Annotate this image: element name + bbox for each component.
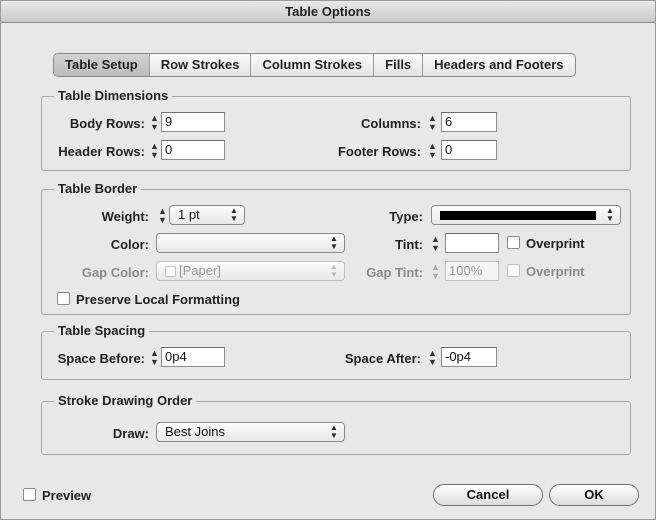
gap-color-value: [Paper] [179,263,221,278]
tab-table-setup[interactable]: Table Setup [54,54,150,76]
draw-value: Best Joins [165,424,225,439]
weight-label: Weight: [101,209,149,224]
space-before-label: Space Before: [57,351,145,366]
gap-color-label: Gap Color: [81,265,149,280]
space-after-stepper[interactable]: ▲ ▼ [428,349,437,367]
gap-overprint-label: Overprint [526,264,585,279]
body-rows-input[interactable]: 9 [161,112,225,132]
chevron-updown-icon: ▲ ▼ [330,234,338,251]
preserve-local-formatting-checkbox[interactable] [57,292,70,305]
chevron-updown-icon: ▲ ▼ [330,423,338,440]
draw-select[interactable]: Best Joins ▲ ▼ [156,422,345,442]
gap-tint-label: Gap Tint: [366,265,423,280]
space-after-input[interactable]: -0p4 [441,347,497,367]
color-select[interactable]: ▲ ▼ [156,233,345,253]
preview-label: Preview [42,488,92,503]
type-label: Type: [389,209,423,224]
tab-fills[interactable]: Fills [374,54,424,76]
table-options-dialog: Table Options Table Setup Row Strokes Co… [0,0,656,520]
footer-rows-stepper[interactable]: ▲ ▼ [428,142,437,160]
gap-tint-stepper[interactable]: ▲ ▼ [431,263,440,281]
gap-color-select[interactable]: [Paper] ▲ ▼ [156,261,345,281]
tint-input[interactable] [445,233,499,253]
weight-select[interactable]: 1 pt ▲ ▼ [169,205,245,225]
footer-rows-label: Footer Rows: [337,144,421,159]
stroke-type-preview [440,211,596,220]
table-border-legend: Table Border [54,181,142,196]
space-after-label: Space After: [344,351,421,366]
gap-overprint-checkbox[interactable] [507,264,520,277]
columns-input[interactable]: 6 [441,112,497,132]
preview-checkbox[interactable] [23,488,36,501]
weight-value: 1 pt [178,207,200,222]
preserve-local-formatting-label: Preserve Local Formatting [76,292,240,307]
type-select[interactable]: ▲ ▼ [431,205,621,225]
columns-label: Columns: [361,116,421,131]
chevron-updown-icon: ▲ ▼ [330,262,338,279]
space-before-input[interactable]: 0p4 [161,347,225,367]
tint-stepper[interactable]: ▲ ▼ [431,235,440,253]
window-title: Table Options [1,1,655,23]
chevron-updown-icon: ▲ ▼ [606,206,614,223]
paper-swatch-icon [165,266,176,277]
table-dimensions-group: Table Dimensions [41,88,631,171]
gap-tint-input[interactable]: 100% [445,261,499,281]
tab-headers-and-footers[interactable]: Headers and Footers [423,54,574,76]
table-spacing-legend: Table Spacing [54,323,150,338]
cancel-button[interactable]: Cancel [433,484,543,506]
tab-row-strokes[interactable]: Row Strokes [150,54,252,76]
header-rows-label: Header Rows: [58,144,145,159]
color-label: Color: [110,237,149,252]
ok-button[interactable]: OK [549,484,639,506]
header-rows-input[interactable]: 0 [161,140,225,160]
table-dimensions-legend: Table Dimensions [54,88,173,103]
weight-stepper[interactable]: ▲ ▼ [158,207,167,225]
stroke-drawing-order-legend: Stroke Drawing Order [54,393,197,408]
body-rows-stepper[interactable]: ▲ ▼ [150,114,159,132]
footer-rows-input[interactable]: 0 [441,140,497,160]
space-before-stepper[interactable]: ▲ ▼ [150,349,159,367]
overprint-label: Overprint [526,236,585,251]
overprint-checkbox[interactable] [507,236,520,249]
columns-stepper[interactable]: ▲ ▼ [428,114,437,132]
chevron-updown-icon: ▲ ▼ [230,206,238,223]
body-rows-label: Body Rows: [69,116,145,131]
tab-bar: Table Setup Row Strokes Column Strokes F… [53,53,576,77]
draw-label: Draw: [112,426,149,441]
header-rows-stepper[interactable]: ▲ ▼ [150,142,159,160]
tab-column-strokes[interactable]: Column Strokes [251,54,375,76]
tint-label: Tint: [395,237,423,252]
